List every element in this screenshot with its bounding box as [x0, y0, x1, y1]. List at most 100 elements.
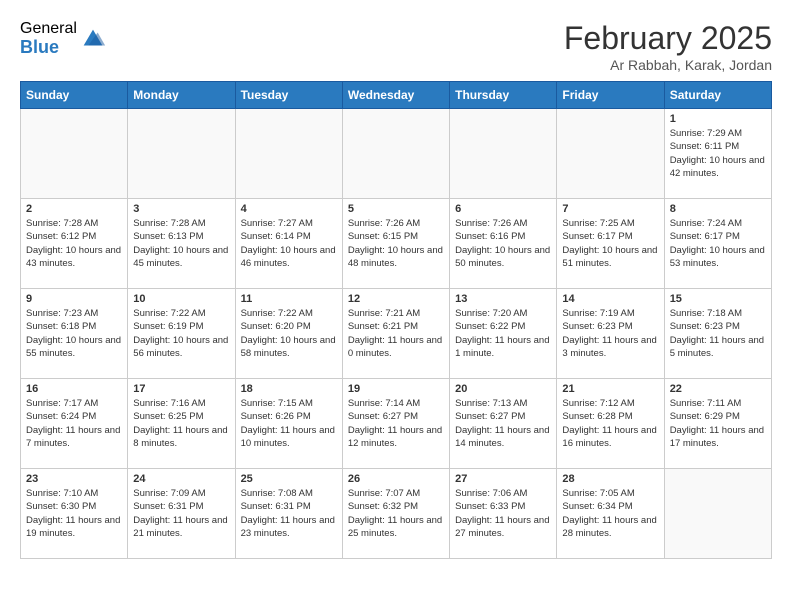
day-number: 15: [670, 293, 766, 305]
day-number: 12: [348, 293, 444, 305]
calendar-cell: [557, 109, 664, 199]
calendar-week-row: 1Sunrise: 7:29 AM Sunset: 6:11 PM Daylig…: [21, 109, 772, 199]
logo-blue: Blue: [20, 38, 77, 58]
calendar-week-row: 23Sunrise: 7:10 AM Sunset: 6:30 PM Dayli…: [21, 469, 772, 559]
calendar-cell: 22 Sunrise: 7:11 AM Sunset: 6:29 PM Dayli…: [664, 379, 771, 469]
calendar-cell: 6 Sunrise: 7:26 AM Sunset: 6:16 PM Daylig…: [450, 199, 557, 289]
calendar-cell: 17 Sunrise: 7:16 AM Sunset: 6:25 PM Dayli…: [128, 379, 235, 469]
day-of-week-header: Wednesday: [342, 82, 449, 109]
calendar-cell: 9Sunrise: 7:23 AM Sunset: 6:18 PM Daylig…: [21, 289, 128, 379]
calendar-cell: [128, 109, 235, 199]
day-number: 25: [241, 473, 337, 485]
calendar-body: 1Sunrise: 7:29 AM Sunset: 6:11 PM Daylig…: [21, 109, 772, 559]
day-number: 5: [348, 203, 444, 215]
sun-info: Sunrise: 7:20 AM Sunset: 6:22 PM Dayligh…: [455, 307, 551, 360]
sun-info: Sunrise: 7:10 AM Sunset: 6:30 PM Dayligh…: [26, 487, 122, 540]
sun-info: Sunrise: 7:13 AM Sunset: 6:27 PM Dayligh…: [455, 397, 551, 450]
day-number: 1: [670, 113, 766, 125]
sun-info: Sunrise: 7:24 AM Sunset: 6:17 PM Dayligh…: [670, 217, 766, 270]
calendar-cell: 19Sunrise: 7:14 AM Sunset: 6:27 PM Dayli…: [342, 379, 449, 469]
calendar-cell: 1Sunrise: 7:29 AM Sunset: 6:11 PM Daylig…: [664, 109, 771, 199]
logo-general: General: [20, 20, 77, 38]
location: Ar Rabbah, Karak, Jordan: [564, 57, 772, 73]
day-of-week-header: Sunday: [21, 82, 128, 109]
logo: General Blue: [20, 20, 107, 57]
day-number: 6: [455, 203, 551, 215]
day-number: 11: [241, 293, 337, 305]
sun-info: Sunrise: 7:15 AM Sunset: 6:26 PM Dayligh…: [241, 397, 337, 450]
calendar-header: SundayMondayTuesdayWednesdayThursdayFrid…: [21, 82, 772, 109]
day-number: 16: [26, 383, 122, 395]
calendar-cell: [450, 109, 557, 199]
calendar-cell: 13 Sunrise: 7:20 AM Sunset: 6:22 PM Dayli…: [450, 289, 557, 379]
calendar-cell: 3 Sunrise: 7:28 AM Sunset: 6:13 PM Daylig…: [128, 199, 235, 289]
sun-info: Sunrise: 7:23 AM Sunset: 6:18 PM Dayligh…: [26, 307, 122, 360]
calendar-cell: [21, 109, 128, 199]
sun-info: Sunrise: 7:16 AM Sunset: 6:25 PM Dayligh…: [133, 397, 229, 450]
sun-info: Sunrise: 7:22 AM Sunset: 6:19 PM Dayligh…: [133, 307, 229, 360]
calendar-cell: 18 Sunrise: 7:15 AM Sunset: 6:26 PM Dayli…: [235, 379, 342, 469]
sun-info: Sunrise: 7:05 AM Sunset: 6:34 PM Dayligh…: [562, 487, 658, 540]
sun-info: Sunrise: 7:19 AM Sunset: 6:23 PM Dayligh…: [562, 307, 658, 360]
sun-info: Sunrise: 7:06 AM Sunset: 6:33 PM Dayligh…: [455, 487, 551, 540]
sun-info: Sunrise: 7:25 AM Sunset: 6:17 PM Dayligh…: [562, 217, 658, 270]
sun-info: Sunrise: 7:26 AM Sunset: 6:16 PM Dayligh…: [455, 217, 551, 270]
calendar: SundayMondayTuesdayWednesdayThursdayFrid…: [20, 81, 772, 559]
sun-info: Sunrise: 7:27 AM Sunset: 6:14 PM Dayligh…: [241, 217, 337, 270]
day-number: 27: [455, 473, 551, 485]
calendar-week-row: 16 Sunrise: 7:17 AM Sunset: 6:24 PM Dayli…: [21, 379, 772, 469]
calendar-cell: 21 Sunrise: 7:12 AM Sunset: 6:28 PM Dayli…: [557, 379, 664, 469]
sun-info: Sunrise: 7:12 AM Sunset: 6:28 PM Dayligh…: [562, 397, 658, 450]
calendar-cell: 28Sunrise: 7:05 AM Sunset: 6:34 PM Dayli…: [557, 469, 664, 559]
calendar-cell: 23Sunrise: 7:10 AM Sunset: 6:30 PM Dayli…: [21, 469, 128, 559]
calendar-cell: 16 Sunrise: 7:17 AM Sunset: 6:24 PM Dayli…: [21, 379, 128, 469]
calendar-cell: 15Sunrise: 7:18 AM Sunset: 6:23 PM Dayli…: [664, 289, 771, 379]
logo-icon: [79, 25, 107, 53]
day-of-week-header: Thursday: [450, 82, 557, 109]
calendar-week-row: 2 Sunrise: 7:28 AM Sunset: 6:12 PM Daylig…: [21, 199, 772, 289]
calendar-cell: 24Sunrise: 7:09 AM Sunset: 6:31 PM Dayli…: [128, 469, 235, 559]
day-of-week-header: Tuesday: [235, 82, 342, 109]
calendar-cell: 14 Sunrise: 7:19 AM Sunset: 6:23 PM Dayli…: [557, 289, 664, 379]
calendar-cell: 12 Sunrise: 7:21 AM Sunset: 6:21 PM Dayli…: [342, 289, 449, 379]
day-number: 21: [562, 383, 658, 395]
day-of-week-header: Friday: [557, 82, 664, 109]
sun-info: Sunrise: 7:14 AM Sunset: 6:27 PM Dayligh…: [348, 397, 444, 450]
sun-info: Sunrise: 7:21 AM Sunset: 6:21 PM Dayligh…: [348, 307, 444, 360]
day-number: 13: [455, 293, 551, 305]
sun-info: Sunrise: 7:22 AM Sunset: 6:20 PM Dayligh…: [241, 307, 337, 360]
calendar-cell: 10Sunrise: 7:22 AM Sunset: 6:19 PM Dayli…: [128, 289, 235, 379]
day-of-week-header: Monday: [128, 82, 235, 109]
logo-text: General Blue: [20, 20, 77, 57]
day-number: 3: [133, 203, 229, 215]
calendar-cell: 20Sunrise: 7:13 AM Sunset: 6:27 PM Dayli…: [450, 379, 557, 469]
day-number: 18: [241, 383, 337, 395]
sun-info: Sunrise: 7:28 AM Sunset: 6:12 PM Dayligh…: [26, 217, 122, 270]
day-of-week-header: Saturday: [664, 82, 771, 109]
sun-info: Sunrise: 7:28 AM Sunset: 6:13 PM Dayligh…: [133, 217, 229, 270]
calendar-cell: 4 Sunrise: 7:27 AM Sunset: 6:14 PM Daylig…: [235, 199, 342, 289]
day-number: 17: [133, 383, 229, 395]
calendar-cell: 7 Sunrise: 7:25 AM Sunset: 6:17 PM Daylig…: [557, 199, 664, 289]
calendar-cell: 27 Sunrise: 7:06 AM Sunset: 6:33 PM Dayli…: [450, 469, 557, 559]
day-number: 14: [562, 293, 658, 305]
calendar-week-row: 9Sunrise: 7:23 AM Sunset: 6:18 PM Daylig…: [21, 289, 772, 379]
day-number: 8: [670, 203, 766, 215]
calendar-cell: 2 Sunrise: 7:28 AM Sunset: 6:12 PM Daylig…: [21, 199, 128, 289]
day-number: 24: [133, 473, 229, 485]
calendar-cell: 8 Sunrise: 7:24 AM Sunset: 6:17 PM Daylig…: [664, 199, 771, 289]
day-number: 4: [241, 203, 337, 215]
sun-info: Sunrise: 7:26 AM Sunset: 6:15 PM Dayligh…: [348, 217, 444, 270]
day-number: 2: [26, 203, 122, 215]
sun-info: Sunrise: 7:07 AM Sunset: 6:32 PM Dayligh…: [348, 487, 444, 540]
sun-info: Sunrise: 7:08 AM Sunset: 6:31 PM Dayligh…: [241, 487, 337, 540]
calendar-cell: [342, 109, 449, 199]
page: General Blue February 2025 Ar Rabbah, Ka…: [0, 0, 792, 569]
calendar-cell: 11 Sunrise: 7:22 AM Sunset: 6:20 PM Dayli…: [235, 289, 342, 379]
calendar-cell: 5 Sunrise: 7:26 AM Sunset: 6:15 PM Daylig…: [342, 199, 449, 289]
sun-info: Sunrise: 7:11 AM Sunset: 6:29 PM Dayligh…: [670, 397, 766, 450]
sun-info: Sunrise: 7:17 AM Sunset: 6:24 PM Dayligh…: [26, 397, 122, 450]
day-number: 7: [562, 203, 658, 215]
day-number: 22: [670, 383, 766, 395]
calendar-cell: [664, 469, 771, 559]
